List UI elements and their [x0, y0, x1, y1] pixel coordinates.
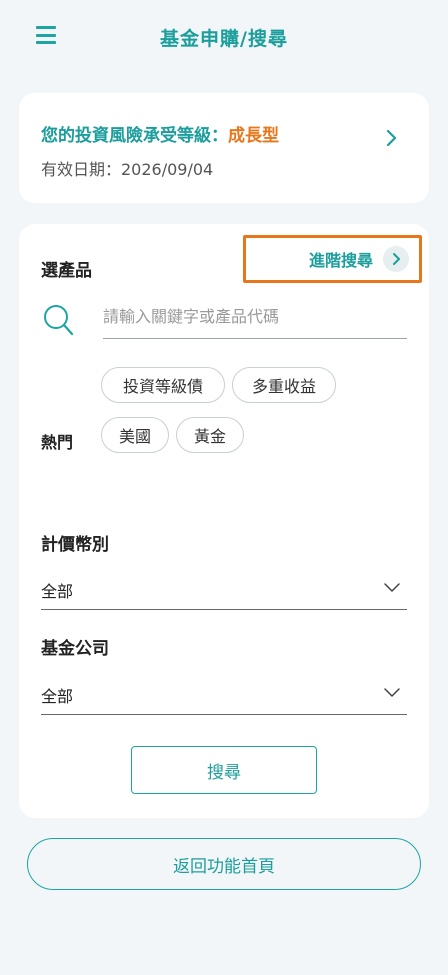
hot-label: 熱門 — [41, 433, 74, 452]
fund-company-select[interactable]: 全部 — [41, 679, 407, 715]
chevron-down-icon — [384, 688, 400, 697]
advanced-search-button[interactable]: 進階搜尋 — [243, 235, 422, 283]
risk-level-prefix: 您的投資風險承受等級： — [41, 126, 228, 146]
currency-select[interactable]: 全部 — [41, 574, 407, 610]
advanced-search-label: 進階搜尋 — [308, 251, 373, 270]
currency-label: 計價幣別 — [41, 535, 109, 555]
header: 基金申購/搜尋 — [0, 0, 448, 76]
hot-tag-gold[interactable]: 黃金 — [176, 417, 244, 453]
fund-company-label: 基金公司 — [41, 639, 109, 659]
search-button[interactable]: 搜尋 — [131, 746, 317, 794]
risk-level-label: 您的投資風險承受等級：成長型 — [41, 121, 279, 146]
risk-valid-date: 有效日期：2026/09/04 — [41, 160, 214, 179]
fund-company-value: 全部 — [41, 687, 74, 706]
search-card: 選產品 進階搜尋 投資等級債 多重收益 熱門 美國 黃金 計價幣別 全部 基金公… — [19, 224, 429, 818]
risk-level-card[interactable]: 您的投資風險承受等級：成長型 有效日期：2026/09/04 — [19, 93, 429, 203]
hot-tag-investment-grade-bond[interactable]: 投資等級債 — [101, 367, 225, 403]
search-input[interactable] — [103, 299, 407, 339]
section-title-product: 選產品 — [41, 261, 92, 281]
search-row — [41, 299, 407, 341]
back-to-home-button[interactable]: 返回功能首頁 — [27, 838, 421, 890]
search-icon — [44, 305, 74, 336]
chevron-down-icon — [384, 583, 400, 592]
risk-level-value: 成長型 — [228, 126, 279, 146]
chevron-right-icon — [386, 129, 397, 147]
currency-value: 全部 — [41, 582, 74, 601]
chevron-right-circle-icon — [383, 246, 409, 272]
hot-tag-multi-income[interactable]: 多重收益 — [232, 367, 336, 403]
hot-tag-usa[interactable]: 美國 — [101, 417, 169, 453]
page-title: 基金申購/搜尋 — [160, 28, 288, 50]
